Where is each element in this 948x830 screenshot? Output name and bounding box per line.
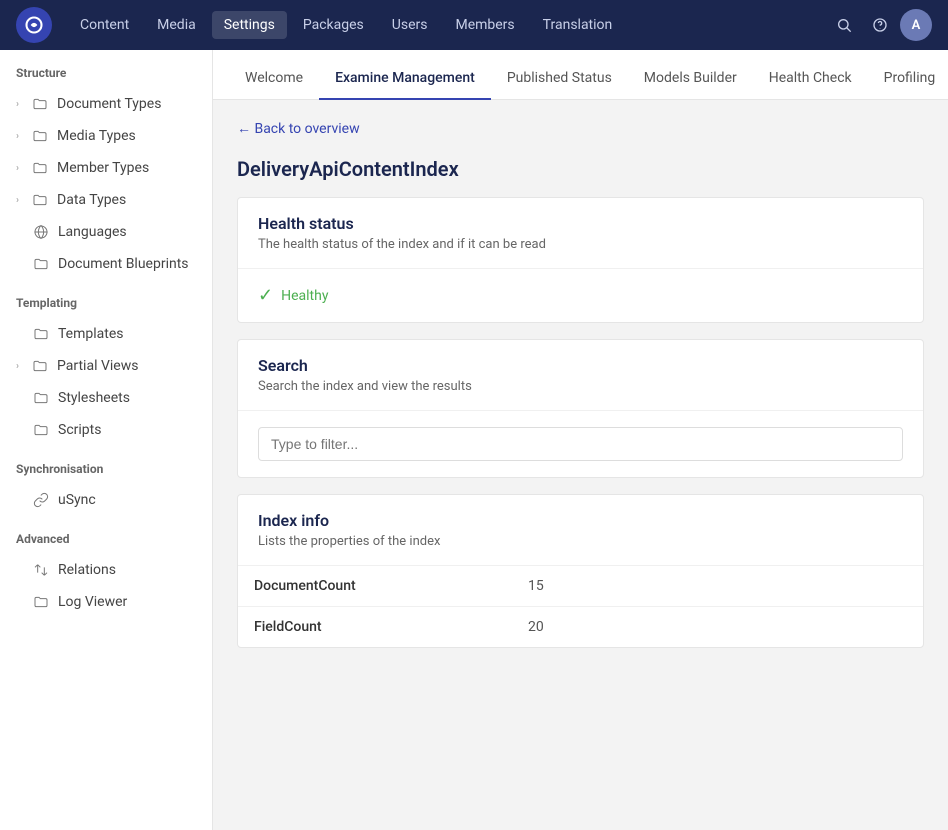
sidebar-item-member-types[interactable]: › Member Types: [0, 152, 212, 184]
main-content: Welcome Examine Management Published Sta…: [213, 50, 948, 830]
arrows-icon: [32, 561, 50, 579]
row-key: FieldCount: [238, 607, 512, 648]
arrow-icon: ›: [16, 99, 19, 110]
health-status-indicator: ✓ Healthy: [258, 285, 903, 306]
health-status-body: ✓ Healthy: [238, 269, 923, 322]
sidebar-item-usync[interactable]: uSync: [0, 484, 212, 516]
folder-icon: [32, 421, 50, 439]
help-button[interactable]: [864, 9, 896, 41]
search-body: [238, 411, 923, 477]
sidebar-item-label: Stylesheets: [58, 390, 196, 406]
checkmark-icon: ✓: [258, 285, 273, 306]
back-link[interactable]: ← Back to overview: [237, 120, 360, 137]
sidebar-item-label: Media Types: [57, 128, 196, 144]
folder-icon: [31, 191, 49, 209]
top-navigation: Content Media Settings Packages Users Me…: [0, 0, 948, 50]
health-status-header: Health status The health status of the i…: [238, 198, 923, 269]
sidebar-item-document-types[interactable]: › Document Types: [0, 88, 212, 120]
sidebar-section-templating: Templating: [0, 280, 212, 318]
nav-users[interactable]: Users: [380, 11, 440, 39]
nav-translation[interactable]: Translation: [531, 11, 625, 39]
arrow-icon: ›: [16, 195, 19, 206]
sidebar-item-label: uSync: [58, 492, 196, 508]
table-row: DocumentCount15: [238, 566, 923, 607]
sidebar-item-relations[interactable]: Relations: [0, 554, 212, 586]
sidebar: Structure › Document Types › Media Types…: [0, 50, 213, 830]
globe-icon: [32, 223, 50, 241]
search-card: Search Search the index and view the res…: [237, 339, 924, 478]
nav-packages[interactable]: Packages: [291, 11, 376, 39]
sidebar-item-document-blueprints[interactable]: Document Blueprints: [0, 248, 212, 280]
index-info-title: Index info: [258, 511, 903, 530]
sidebar-item-label: Relations: [58, 562, 196, 578]
tab-models-builder[interactable]: Models Builder: [628, 58, 753, 100]
arrow-icon: ›: [16, 361, 19, 372]
nav-content[interactable]: Content: [68, 11, 141, 39]
nav-media[interactable]: Media: [145, 11, 208, 39]
search-input[interactable]: [258, 427, 903, 461]
sidebar-item-languages[interactable]: Languages: [0, 216, 212, 248]
search-header: Search Search the index and view the res…: [238, 340, 923, 411]
sidebar-item-partial-views[interactable]: › Partial Views: [0, 350, 212, 382]
nav-settings[interactable]: Settings: [212, 11, 287, 39]
sidebar-item-templates[interactable]: Templates: [0, 318, 212, 350]
folder-icon: [32, 325, 50, 343]
folder-icon: [32, 389, 50, 407]
sidebar-item-label: Scripts: [58, 422, 196, 438]
sidebar-item-label: Member Types: [57, 160, 196, 176]
tab-examine-management[interactable]: Examine Management: [319, 58, 491, 100]
sidebar-item-log-viewer[interactable]: Log Viewer: [0, 586, 212, 618]
sidebar-section-advanced: Advanced: [0, 516, 212, 554]
link-icon: [32, 491, 50, 509]
folder-icon: [31, 357, 49, 375]
sidebar-item-scripts[interactable]: Scripts: [0, 414, 212, 446]
sidebar-item-label: Log Viewer: [58, 594, 196, 610]
arrow-icon: ›: [16, 163, 19, 174]
index-info-body: DocumentCount15FieldCount20: [238, 566, 923, 647]
tab-published-status[interactable]: Published Status: [491, 58, 628, 100]
row-value: 15: [512, 566, 923, 607]
index-info-subtitle: Lists the properties of the index: [258, 534, 903, 549]
index-info-header: Index info Lists the properties of the i…: [238, 495, 923, 566]
index-info-card: Index info Lists the properties of the i…: [237, 494, 924, 648]
health-status-card: Health status The health status of the i…: [237, 197, 924, 323]
search-subtitle: Search the index and view the results: [258, 379, 903, 394]
row-value: 20: [512, 607, 923, 648]
tab-profiling[interactable]: Profiling: [868, 58, 948, 100]
table-row: FieldCount20: [238, 607, 923, 648]
health-status-title: Health status: [258, 214, 903, 233]
sidebar-item-label: Document Blueprints: [58, 256, 196, 272]
tab-welcome[interactable]: Welcome: [229, 58, 319, 100]
index-info-table: DocumentCount15FieldCount20: [238, 566, 923, 647]
search-title: Search: [258, 356, 903, 375]
index-title: DeliveryApiContentIndex: [237, 157, 924, 181]
folder-icon: [31, 159, 49, 177]
sidebar-item-media-types[interactable]: › Media Types: [0, 120, 212, 152]
sidebar-item-data-types[interactable]: › Data Types: [0, 184, 212, 216]
sidebar-section-structure: Structure: [0, 50, 212, 88]
folder-icon: [31, 95, 49, 113]
health-status-subtitle: The health status of the index and if it…: [258, 237, 903, 252]
row-key: DocumentCount: [238, 566, 512, 607]
user-avatar[interactable]: A: [900, 9, 932, 41]
arrow-icon: ›: [16, 131, 19, 142]
folder-icon: [32, 255, 50, 273]
sidebar-item-label: Document Types: [57, 96, 196, 112]
tab-health-check[interactable]: Health Check: [753, 58, 868, 100]
logo[interactable]: [16, 7, 52, 43]
subtab-bar: Welcome Examine Management Published Sta…: [213, 50, 948, 100]
folder-icon: [32, 593, 50, 611]
folder-icon: [31, 127, 49, 145]
sidebar-item-label: Templates: [58, 326, 196, 342]
nav-members[interactable]: Members: [443, 11, 526, 39]
sidebar-section-synchronisation: Synchronisation: [0, 446, 212, 484]
sidebar-item-label: Data Types: [57, 192, 196, 208]
sidebar-item-label: Partial Views: [57, 358, 196, 374]
content-area: ← Back to overview DeliveryApiContentInd…: [213, 100, 948, 830]
sidebar-item-label: Languages: [58, 224, 196, 240]
sidebar-item-stylesheets[interactable]: Stylesheets: [0, 382, 212, 414]
search-button[interactable]: [828, 9, 860, 41]
health-status-value: Healthy: [281, 288, 328, 304]
